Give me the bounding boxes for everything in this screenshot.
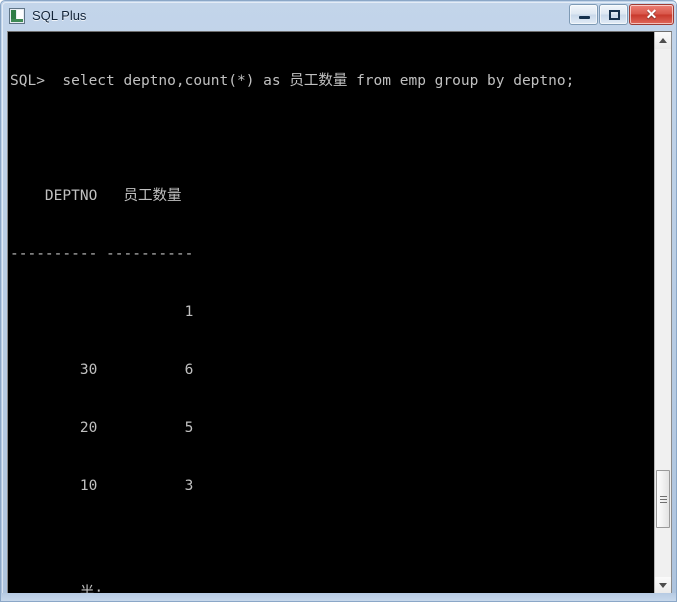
terminal-line: 20 5: [10, 419, 194, 436]
sql-plus-window: SQL Plus ✕ SQL> select deptno,count(*) a…: [0, 0, 677, 602]
vertical-scrollbar[interactable]: [654, 32, 671, 594]
terminal-line: 10 3: [10, 477, 194, 494]
terminal-line: 30 6: [10, 362, 194, 379]
scroll-up-arrow[interactable]: [655, 32, 671, 49]
terminal-text: SQL> select deptno,count(*) as 员工数量 from…: [10, 33, 574, 594]
console-icon-base: [11, 19, 23, 22]
terminal-line: DEPTNO 员工数量: [10, 188, 182, 205]
scroll-thumb-grip: [660, 496, 667, 497]
window-bottom-frame: [1, 593, 676, 601]
scroll-thumb-grip: [660, 502, 667, 503]
terminal-line: ---------- ----------: [10, 246, 194, 263]
terminal-line: SQL> select deptno,count(*) as 员工数量 from…: [10, 72, 575, 89]
minimize-icon: [579, 16, 590, 19]
scroll-down-arrow[interactable]: [655, 577, 671, 594]
title-bar[interactable]: SQL Plus ✕: [1, 1, 676, 31]
close-icon: ✕: [645, 6, 658, 22]
chevron-up-icon: [659, 38, 667, 43]
window-controls: ✕: [569, 4, 674, 25]
scroll-thumb[interactable]: [656, 470, 670, 528]
chevron-down-icon: [659, 583, 667, 588]
scroll-thumb-grip: [660, 499, 667, 500]
maximize-button[interactable]: [599, 4, 628, 25]
close-button[interactable]: ✕: [629, 4, 674, 25]
terminal-line: 1: [10, 304, 194, 321]
terminal-output[interactable]: SQL> select deptno,count(*) as 员工数量 from…: [8, 32, 655, 594]
minimize-button[interactable]: [569, 4, 598, 25]
console-client-area: SQL> select deptno,count(*) as 员工数量 from…: [7, 31, 672, 595]
console-icon: [9, 8, 25, 24]
maximize-icon: [609, 10, 620, 20]
